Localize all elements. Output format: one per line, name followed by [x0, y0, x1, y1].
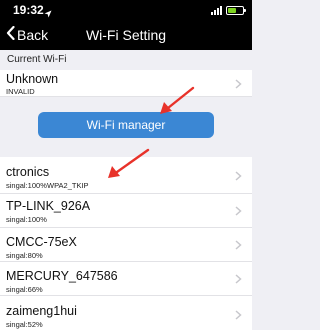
status-time: 19:32 [13, 3, 44, 17]
network-signal: singal:100% [6, 181, 47, 190]
network-row-mercury[interactable]: MERCURY_647586 singal:66% [0, 262, 252, 296]
network-signal: singal:52% [6, 320, 43, 329]
network-row-cmcc[interactable]: CMCC-75eX singal:80% [0, 228, 252, 262]
chevron-right-icon [235, 274, 242, 284]
chevron-right-icon [235, 240, 242, 250]
network-signal: singal:80% [6, 251, 43, 260]
chevron-right-icon [235, 310, 242, 320]
cellular-signal-icon [211, 5, 222, 15]
network-row-ctronics[interactable]: ctronics singal:100% WPA2_TKIP [0, 157, 252, 194]
chevron-right-icon [235, 79, 242, 89]
network-name: TP-LINK_926A [6, 199, 91, 213]
current-wifi-status: INVALID [6, 87, 35, 96]
battery-charging-icon [226, 5, 246, 15]
network-name: ctronics [6, 165, 50, 179]
battery-level [228, 7, 236, 13]
network-name: zaimeng1hui [6, 304, 77, 318]
network-signal: singal:100% [6, 215, 47, 224]
section-gap [0, 145, 252, 157]
status-bar: 19:32 [0, 0, 252, 20]
battery-tip [244, 8, 246, 12]
network-name: CMCC-75eX [6, 235, 77, 249]
current-wifi-header: Current Wi-Fi [0, 50, 252, 70]
current-wifi-row[interactable]: Unknown INVALID [0, 70, 252, 97]
network-security: WPA2_TKIP [47, 181, 89, 190]
network-row-zaimeng[interactable]: zaimeng1hui singal:52% [0, 296, 252, 330]
page-title: Wi-Fi Setting [85, 27, 167, 43]
network-signal: singal:66% [6, 285, 43, 294]
chevron-right-icon [235, 206, 242, 216]
network-name: MERCURY_647586 [6, 269, 118, 283]
status-indicators [211, 4, 246, 16]
network-row-tplink[interactable]: TP-LINK_926A singal:100% [0, 194, 252, 228]
chevron-right-icon [235, 171, 242, 181]
navigation-bar: Back Wi-Fi Setting [0, 20, 252, 50]
current-wifi-name: Unknown [6, 72, 59, 86]
wifi-manager-button[interactable]: Wi-Fi manager [38, 112, 214, 138]
